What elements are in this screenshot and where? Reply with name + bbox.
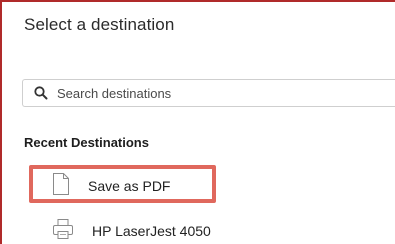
recent-destinations-heading: Recent Destinations [24, 135, 149, 150]
search-field[interactable] [22, 79, 395, 107]
search-icon [33, 85, 49, 101]
highlight-box [29, 165, 216, 203]
dialog-title: Select a destination [24, 15, 175, 34]
printer-icon [52, 218, 74, 243]
dialog-frame [0, 0, 395, 244]
destination-hp-laserjest[interactable]: HP LaserJest 4050 [52, 218, 211, 243]
search-input[interactable] [57, 85, 357, 101]
destination-label: HP LaserJest 4050 [92, 222, 211, 239]
